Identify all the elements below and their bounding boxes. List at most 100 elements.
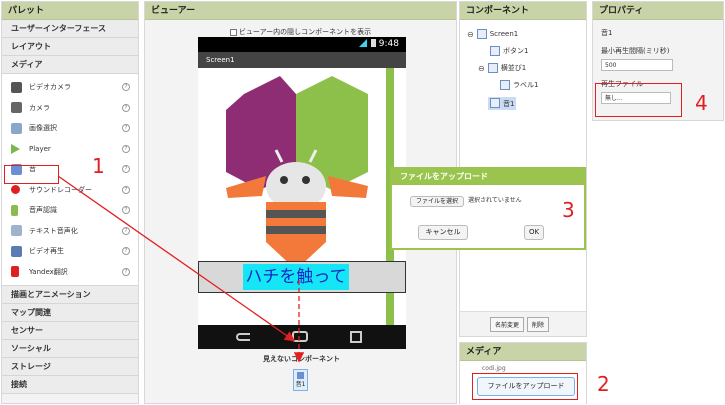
tree-node-label: ラベル1 (513, 81, 539, 89)
annotation-number-3: 3 (562, 198, 575, 222)
invisible-sound-component[interactable]: 音1 (293, 369, 308, 391)
help-icon[interactable]: ? (122, 185, 130, 194)
palette-title: パレット (2, 2, 138, 20)
help-icon[interactable]: ? (122, 206, 130, 214)
tree-node-label: 音1 (503, 100, 515, 108)
palette-item-video-player[interactable]: ビデオ再生 ? (2, 241, 138, 262)
palette-item-image-picker[interactable]: 画像選択 ? (2, 118, 138, 139)
screen-icon (476, 29, 487, 39)
ok-button[interactable]: OK (524, 225, 544, 240)
help-icon[interactable]: ? (122, 165, 130, 173)
highlight-source-property (595, 83, 682, 117)
category-social[interactable]: ソーシャル (2, 340, 138, 358)
mic-icon (11, 204, 18, 216)
help-icon[interactable]: ? (122, 103, 130, 112)
tree-node-button1[interactable]: ボタン1 (490, 46, 528, 56)
tree-node-label: 横並び1 (500, 64, 527, 72)
palette-panel: パレット ユーザーインターフェース レイアウト メディア ビデオカメラ ? カメ… (1, 1, 139, 404)
palette-item-label: 画像選択 (29, 124, 57, 133)
category-media[interactable]: メディア (2, 56, 138, 74)
palette-item-player[interactable]: Player ? (2, 139, 138, 160)
upload-dialog: ファイルをアップロード ファイルを選択 選択されていません キャンセル OK (390, 167, 586, 250)
selected-node: 音1 (488, 97, 517, 110)
bee-stripe (266, 226, 326, 234)
invisible-components-label: 見えないコンポーネント (263, 355, 340, 363)
min-interval-input[interactable]: 500 (601, 59, 673, 71)
component-buttons: 名前変更 削除 (490, 317, 552, 332)
tree-node-horizontal-arrangement1[interactable]: ⊖ 横並び1 (478, 63, 526, 73)
bee-stripe (266, 210, 326, 218)
back-icon (236, 333, 250, 341)
rename-button[interactable]: 名前変更 (490, 317, 525, 332)
battery-icon (370, 39, 376, 47)
horizontal-arrangement[interactable]: ハチを触って (198, 261, 406, 293)
components-title: コンポーネント (460, 2, 586, 20)
show-hidden-row[interactable]: ビューアー内の隠しコンポーネントを表示 (145, 27, 456, 37)
choose-file-button[interactable]: ファイルを選択 (410, 196, 464, 207)
category-sensors[interactable]: センサー (2, 322, 138, 340)
label1[interactable]: ハチを触って (243, 264, 349, 290)
screen-title: Screen1 (198, 52, 406, 68)
signal-icon (358, 39, 367, 47)
help-icon[interactable]: ? (122, 226, 130, 235)
palette-item-label: サウンドレコーダー (29, 185, 92, 194)
palette-item-speech-recognizer[interactable]: 音声認識 ? (2, 200, 138, 221)
help-icon[interactable]: ? (122, 267, 130, 276)
yandex-icon (11, 266, 19, 278)
category-layout[interactable]: レイアウト (2, 38, 138, 56)
help-icon[interactable]: ? (122, 247, 130, 255)
arrangement-icon (487, 63, 498, 73)
category-maps[interactable]: マップ関連 (2, 304, 138, 322)
help-icon[interactable]: ? (122, 124, 130, 132)
palette-item-camera[interactable]: カメラ ? (2, 98, 138, 119)
status-bar: 9:48 (198, 37, 406, 52)
help-icon[interactable]: ? (122, 144, 130, 153)
category-storage[interactable]: ストレージ (2, 358, 138, 376)
bee-stripe (266, 218, 326, 226)
min-interval-label: 最小再生間隔(ミリ秒) (601, 47, 670, 55)
button-icon (490, 46, 500, 56)
dialog-title: ファイルをアップロード (392, 169, 584, 185)
palette-item-camcorder[interactable]: ビデオカメラ ? (2, 77, 138, 98)
image-picker-icon (11, 122, 22, 134)
screen-body[interactable]: ハチを触って (198, 68, 406, 325)
bee-stripe (266, 202, 326, 210)
speaker-icon (490, 98, 500, 108)
tree-node-label1[interactable]: ラベル1 (500, 80, 538, 90)
palette-item-yandex-translate[interactable]: Yandex翻訳 ? (2, 262, 138, 283)
highlight-sound-item (4, 165, 59, 184)
record-icon (11, 185, 20, 195)
android-nav-bar (198, 325, 406, 349)
label-icon (500, 80, 510, 90)
category-drawing-animation[interactable]: 描画とアニメーション (2, 286, 138, 304)
bee-eye-left (280, 176, 288, 184)
camcorder-icon (11, 81, 22, 93)
palette-item-label: ビデオカメラ (29, 83, 71, 92)
palette-item-label: Player (29, 144, 51, 153)
delete-button[interactable]: 削除 (527, 317, 550, 332)
cancel-button[interactable]: キャンセル (418, 225, 468, 240)
collapse-icon[interactable]: ⊖ (478, 64, 485, 73)
home-icon (292, 331, 308, 342)
component-tree: ⊖ Screen1 ボタン1 ⊖ 横並び1 ラベル1 音1 (460, 20, 586, 312)
category-user-interface[interactable]: ユーザーインターフェース (2, 20, 138, 38)
show-hidden-label: ビューアー内の隠しコンポーネントを表示 (238, 28, 372, 36)
help-icon[interactable]: ? (122, 83, 130, 91)
media-title: メディア (460, 343, 586, 361)
camera-icon (11, 102, 22, 114)
video-player-icon (11, 245, 22, 257)
show-hidden-checkbox[interactable] (229, 28, 237, 36)
sound-component-label: 音1 (295, 381, 306, 388)
palette-item-text-to-speech[interactable]: テキスト音声化 ? (2, 221, 138, 242)
palette-item-label: テキスト音声化 (29, 226, 78, 235)
selected-component-name: 音1 (601, 29, 613, 37)
annotation-number-2: 2 (597, 372, 610, 396)
tree-node-screen1[interactable]: ⊖ Screen1 (467, 29, 518, 39)
category-connectivity[interactable]: 接続 (2, 376, 138, 394)
collapse-icon[interactable]: ⊖ (467, 30, 474, 39)
text-to-speech-icon (11, 225, 22, 237)
annotation-number-4: 4 (695, 91, 708, 115)
tree-node-sound1[interactable]: 音1 (488, 97, 517, 110)
media-file-name[interactable]: codi.jpg (482, 365, 506, 372)
highlight-upload-button (472, 373, 578, 400)
